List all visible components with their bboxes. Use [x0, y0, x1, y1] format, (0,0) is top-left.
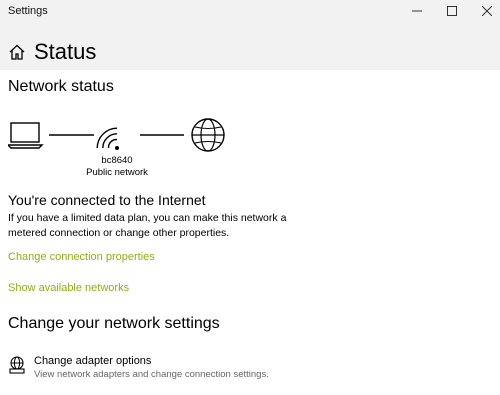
close-icon [482, 6, 492, 16]
network-name: bc8640 [101, 155, 133, 166]
network-status-heading: Network status [8, 78, 114, 95]
adapter-options-description: View network adapters and change connect… [34, 369, 269, 380]
page-title: Status [34, 39, 97, 64]
page-header: Status [8, 40, 96, 64]
maximize-icon [447, 6, 457, 16]
connection-status-title: You're connected to the Internet [8, 192, 206, 208]
home-icon[interactable] [8, 43, 26, 61]
laptop-icon [8, 122, 44, 149]
change-network-settings-heading: Change your network settings [8, 315, 220, 332]
minimize-icon [412, 10, 422, 12]
adapter-options-title: Change adapter options [34, 355, 152, 367]
change-connection-properties-link[interactable]: Change connection properties [8, 251, 155, 263]
network-type: Public network [86, 167, 148, 178]
globe-icon [191, 118, 225, 152]
close-button[interactable] [464, 0, 500, 22]
connection-status-description: If you have a limited data plan, you can… [8, 212, 287, 239]
app-title: Settings [8, 5, 48, 17]
wifi-icon [96, 127, 119, 150]
network-diagram: bc8640 Public network [8, 118, 238, 188]
change-adapter-options-item[interactable]: Change adapter options View network adap… [8, 355, 269, 380]
network-adapter-icon [9, 356, 25, 374]
show-available-networks-link[interactable]: Show available networks [8, 282, 129, 294]
